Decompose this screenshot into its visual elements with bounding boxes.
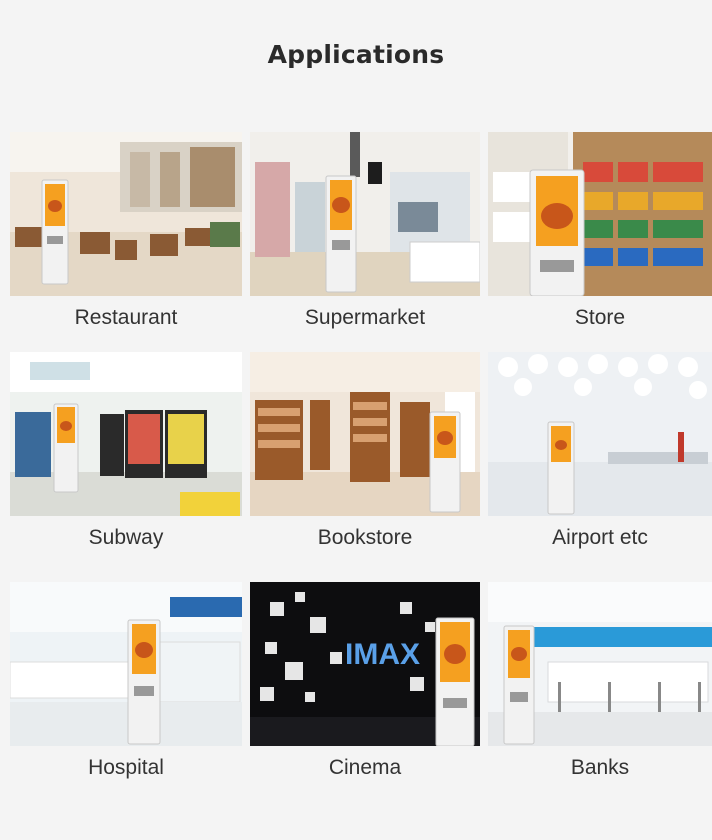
application-card-cinema[interactable]: IMAX Cinema — [250, 582, 480, 792]
application-label: Airport etc — [552, 526, 648, 549]
hospital-photo — [10, 582, 242, 746]
kiosk-icon — [127, 619, 161, 745]
application-card-banks[interactable]: Banks — [488, 582, 712, 792]
application-card-bookstore[interactable]: Bookstore — [250, 352, 480, 562]
application-label: Hospital — [88, 756, 164, 779]
bookstore-photo — [250, 352, 480, 516]
page-title: Applications — [267, 40, 445, 69]
application-label: Bookstore — [317, 526, 413, 549]
applications-page: Applications Restaurant Supermarket Stor… — [0, 0, 712, 840]
kiosk-icon — [429, 411, 461, 513]
application-label: Supermarket — [304, 306, 426, 329]
application-card-hospital[interactable]: Hospital — [10, 582, 242, 792]
applications-row: Subway Bookstore Airport etc — [10, 352, 712, 562]
kiosk-icon — [325, 175, 357, 293]
store-photo — [488, 132, 712, 296]
kiosk-icon — [53, 403, 79, 493]
applications-row: Hospital IMAX Cinema Banks — [10, 582, 712, 792]
cinema-photo: IMAX — [250, 582, 480, 746]
application-label: Store — [574, 306, 626, 329]
kiosk-icon — [41, 179, 69, 285]
application-label: Banks — [570, 756, 630, 779]
application-card-restaurant[interactable]: Restaurant — [10, 132, 242, 342]
application-card-store[interactable]: Store — [488, 132, 712, 342]
kiosk-icon — [435, 617, 475, 746]
applications-row: Restaurant Supermarket Store — [10, 132, 712, 342]
application-card-airport[interactable]: Airport etc — [488, 352, 712, 562]
bank-photo — [488, 582, 712, 746]
application-label: Cinema — [328, 756, 402, 779]
application-card-subway[interactable]: Subway — [10, 352, 242, 562]
application-label: Subway — [88, 526, 164, 549]
supermarket-photo — [250, 132, 480, 296]
restaurant-photo — [10, 132, 242, 296]
kiosk-icon — [547, 421, 575, 515]
subway-photo — [10, 352, 242, 516]
kiosk-icon — [503, 625, 535, 745]
imax-sign: IMAX — [345, 638, 420, 671]
kiosk-icon — [529, 169, 585, 296]
application-card-supermarket[interactable]: Supermarket — [250, 132, 480, 342]
airport-photo — [488, 352, 712, 516]
application-label: Restaurant — [74, 306, 178, 329]
